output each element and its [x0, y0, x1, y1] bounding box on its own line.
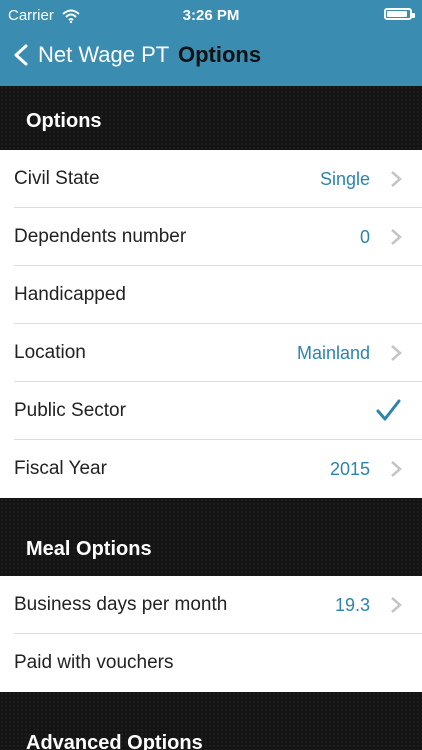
navigation-bar: Net Wage PT Options: [0, 36, 422, 80]
row-label: Dependents number: [14, 226, 187, 247]
checkmark-icon: [376, 399, 401, 421]
row-value: 0: [359, 226, 370, 247]
battery-icon: [384, 8, 415, 20]
back-button[interactable]: Net Wage PT: [10, 42, 169, 68]
status-bar: Carrier 3:26 PM: [0, 0, 422, 30]
app-screen: Carrier 3:26 PM Net Wage PT Options Opti…: [0, 0, 422, 750]
meal-options-group: Business days per month 19.3 Paid with v…: [0, 576, 422, 692]
row-label: Civil State: [14, 168, 100, 189]
row-value: 2015: [329, 458, 370, 479]
section-title: Advanced Options: [26, 732, 203, 750]
options-group: Civil State Single Dependents number 0 H…: [0, 150, 422, 498]
row-label: Fiscal Year: [14, 458, 107, 479]
row-paid-with-vouchers[interactable]: Paid with vouchers: [0, 634, 422, 692]
section-header-options: Options: [0, 86, 422, 150]
row-business-days-per-month[interactable]: Business days per month 19.3: [0, 576, 422, 634]
row-label: Location: [14, 342, 86, 363]
row-label: Paid with vouchers: [14, 652, 174, 673]
row-public-sector[interactable]: Public Sector: [0, 382, 422, 440]
top-bar: Carrier 3:26 PM Net Wage PT Options: [0, 0, 422, 86]
row-civil-state[interactable]: Civil State Single: [0, 150, 422, 208]
page-title: Options: [178, 42, 262, 67]
row-label: Business days per month: [14, 594, 228, 615]
section-header-advanced-options: Advanced Options: [0, 692, 422, 750]
row-label: Public Sector: [14, 400, 126, 421]
chevron-right-icon: [391, 597, 402, 613]
status-time: 3:26 PM: [182, 7, 240, 24]
row-value: Mainland: [296, 342, 370, 363]
back-label: Net Wage PT: [38, 42, 170, 67]
section-title: Meal Options: [26, 538, 152, 560]
section-title: Options: [26, 110, 102, 132]
chevron-right-icon: [391, 229, 402, 245]
row-value: Single: [319, 168, 370, 189]
row-handicapped[interactable]: Handicapped: [0, 266, 422, 324]
chevron-right-icon: [391, 461, 402, 477]
chevron-right-icon: [391, 345, 402, 361]
row-label: Handicapped: [14, 284, 126, 305]
row-fiscal-year[interactable]: Fiscal Year 2015: [0, 440, 422, 498]
section-header-meal-options: Meal Options: [0, 498, 422, 576]
row-value: 19.3: [334, 594, 370, 615]
row-dependents-number[interactable]: Dependents number 0: [0, 208, 422, 266]
row-location[interactable]: Location Mainland: [0, 324, 422, 382]
chevron-left-icon: [14, 44, 28, 66]
chevron-right-icon: [391, 171, 402, 187]
